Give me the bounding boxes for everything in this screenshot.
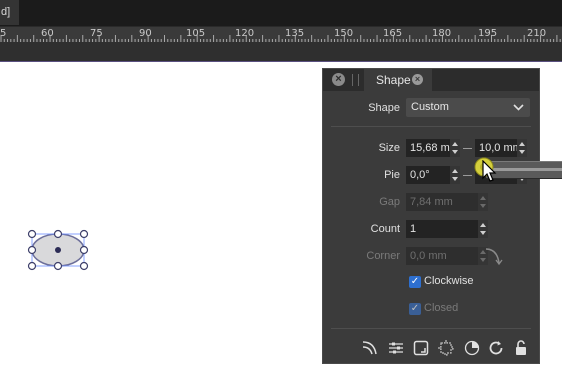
ruler-tick-label: 5: [0, 28, 7, 39]
count-field[interactable]: 1: [406, 220, 478, 238]
selection-handle: [27, 261, 37, 271]
divider: [331, 328, 531, 329]
pie-label: Pie: [384, 169, 400, 181]
selection-handle: [27, 245, 37, 255]
corner-field[interactable]: 0,0 mm: [406, 247, 478, 265]
settings-sliders-icon[interactable]: [387, 339, 405, 357]
horizontal-ruler[interactable]: 5 60 75 90 105 120 135 150 165 180 195 2…: [0, 26, 562, 43]
count-label: Count: [370, 223, 400, 235]
selection-handle: [53, 229, 63, 239]
closed-label: Closed: [424, 302, 459, 314]
shape-label: Shape: [368, 102, 400, 114]
size-width-stepper[interactable]: [450, 139, 460, 157]
clockwise-label: Clockwise: [424, 275, 474, 287]
ruler-tick-label: 150: [334, 28, 354, 39]
ruler-tick-label: 105: [186, 28, 206, 39]
pie-segment-icon[interactable]: [463, 339, 481, 357]
ruler-gutter: [0, 42, 562, 62]
slider-popout[interactable]: [486, 161, 562, 179]
ruler-tick-label: 180: [432, 28, 452, 39]
pie-start-field[interactable]: 0,0°: [406, 166, 450, 184]
shape-dropdown[interactable]: Custom: [406, 98, 530, 117]
link-dash: [463, 175, 472, 176]
canvas-border: [0, 61, 562, 62]
size-height-stepper[interactable]: [517, 139, 527, 157]
count-stepper[interactable]: [478, 220, 488, 238]
unlock-icon[interactable]: [512, 339, 530, 357]
ruler-tick-label: 60: [41, 28, 54, 39]
pie-start-stepper[interactable]: [450, 166, 460, 184]
size-label: Size: [378, 142, 400, 154]
selection-handle: [79, 245, 89, 255]
gap-label: Gap: [379, 196, 400, 208]
chevron-down-icon: [513, 104, 524, 111]
divider: [331, 126, 531, 127]
slider-track: [486, 168, 562, 171]
ruler-tick-label: 120: [235, 28, 255, 39]
selection-handle: [27, 229, 37, 239]
gap-field[interactable]: 7,84 mm: [406, 193, 478, 211]
selection-handle: [79, 229, 89, 239]
panel-header: × Shape ×: [323, 69, 539, 91]
corner-label: Corner: [366, 250, 400, 262]
ruler-tick-label: 75: [90, 28, 103, 39]
closed-checkbox[interactable]: ✓: [409, 303, 421, 315]
panel-grip-handle[interactable]: [352, 74, 359, 86]
center-point: [55, 247, 61, 253]
selection-handle: [53, 261, 63, 271]
size-height-field[interactable]: 10,0 mm: [475, 139, 517, 157]
corner-type-icon[interactable]: [483, 245, 507, 267]
tab-shape-label: Shape: [376, 73, 411, 87]
snap-puzzle-icon[interactable]: [437, 339, 455, 357]
close-tab-icon[interactable]: ×: [412, 74, 423, 85]
arc-tool-icon[interactable]: [361, 339, 379, 357]
refresh-icon[interactable]: [487, 339, 505, 357]
link-dash: [463, 148, 472, 149]
selection-handle: [79, 261, 89, 271]
corner-square-icon[interactable]: [412, 339, 430, 357]
document-tab[interactable]: d]: [0, 0, 19, 25]
ruler-tick-label: 135: [285, 28, 305, 39]
selected-ellipse-shape[interactable]: [26, 228, 92, 272]
shape-panel: × Shape × Shape Custom Size 15,68 mm 10,…: [322, 68, 540, 364]
ruler-tick-label: 195: [478, 28, 498, 39]
ruler-tick-label: 165: [383, 28, 403, 39]
gap-stepper[interactable]: [478, 193, 488, 211]
document-tab-strip: d]: [0, 0, 562, 26]
size-width-field[interactable]: 15,68 mm: [406, 139, 450, 157]
ruler-tick-label: 210: [527, 28, 547, 39]
close-panel-icon[interactable]: ×: [332, 73, 345, 86]
clockwise-checkbox[interactable]: ✓: [409, 276, 421, 288]
shape-dropdown-value: Custom: [411, 101, 449, 113]
mouse-cursor-icon: [482, 160, 497, 182]
ruler-tick-label: 90: [139, 28, 152, 39]
